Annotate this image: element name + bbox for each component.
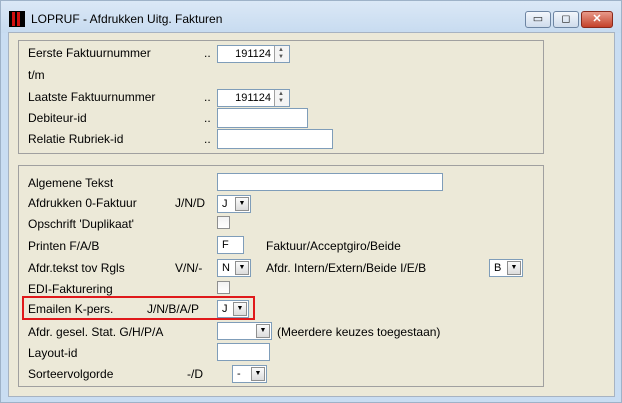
algemene-tekst-label: Algemene Tekst xyxy=(28,176,114,190)
eerste-dots: .. xyxy=(204,46,211,60)
spin-up-icon[interactable]: ▲ xyxy=(278,91,284,98)
spin-down-icon[interactable]: ▼ xyxy=(278,98,284,105)
nul-faktuur-label: Afdrukken 0-Faktuur xyxy=(28,196,137,210)
layout-id-input[interactable] xyxy=(217,343,270,361)
nul-faktuur-select[interactable]: J ▼ xyxy=(217,195,251,213)
eerste-label: Eerste Faktuurnummer xyxy=(28,46,151,60)
printen-input[interactable]: F xyxy=(217,236,244,254)
minimize-button[interactable]: ▭ xyxy=(525,11,551,28)
debiteur-id-input[interactable] xyxy=(217,108,308,128)
gesel-label: Afdr. gesel. Stat. G/H/P/A xyxy=(28,325,164,339)
close-button[interactable]: ✕ xyxy=(581,11,613,28)
layout-label: Layout-id xyxy=(28,346,78,360)
emailen-label: Emailen K-pers. xyxy=(28,302,114,316)
spin-down-icon[interactable]: ▼ xyxy=(278,54,284,61)
restore-button[interactable]: ◻ xyxy=(553,11,579,28)
emailen-select[interactable]: J ▼ xyxy=(217,300,249,318)
minimize-icon: ▭ xyxy=(532,13,544,25)
duplikaat-label: Opschrift 'Duplikaat' xyxy=(28,217,134,231)
restore-icon: ◻ xyxy=(561,13,571,25)
algemene-tekst-input[interactable] xyxy=(217,173,443,191)
app-logo-icon xyxy=(9,11,25,27)
chevron-down-icon[interactable]: ▼ xyxy=(507,261,521,275)
gesel-hint: (Meerdere keuzes toegestaan) xyxy=(277,325,441,339)
close-icon: ✕ xyxy=(592,13,602,25)
gesel-select[interactable]: ▼ xyxy=(217,322,272,340)
printen-hint: Faktuur/Acceptgiro/Beide xyxy=(266,239,401,253)
afdr-intern-select[interactable]: B ▼ xyxy=(489,259,523,277)
chevron-down-icon[interactable]: ▼ xyxy=(235,197,249,211)
window-title: LOPRUF - Afdrukken Uitg. Fakturen xyxy=(31,12,223,26)
eerste-faktuurnummer-input[interactable]: 191124 ▲ ▼ xyxy=(217,45,290,63)
laatste-label: Laatste Faktuurnummer xyxy=(28,90,156,104)
laatste-value: 191124 xyxy=(235,92,271,104)
sorteer-select[interactable]: - ▼ xyxy=(232,365,267,383)
title-bar[interactable]: LOPRUF - Afdrukken Uitg. Fakturen ▭ ◻ ✕ xyxy=(1,1,621,33)
debiteur-dots: .. xyxy=(204,111,211,125)
sorteer-value: - xyxy=(237,368,241,380)
spin-up-icon[interactable]: ▲ xyxy=(278,47,284,54)
afdr-tekst-options: V/N/- xyxy=(175,261,203,275)
sorteer-options: -/D xyxy=(187,367,203,381)
relatie-label: Relatie Rubriek-id xyxy=(28,132,124,146)
laatste-dots: .. xyxy=(204,90,211,104)
chevron-down-icon[interactable]: ▼ xyxy=(251,367,265,381)
afdr-intern-value: B xyxy=(494,262,502,274)
eerste-value: 191124 xyxy=(235,48,271,60)
eerste-spinner[interactable]: ▲ ▼ xyxy=(274,46,289,62)
debiteur-label: Debiteur-id xyxy=(28,111,87,125)
afdr-tekst-value: N xyxy=(222,262,230,274)
relatie-rubriek-input[interactable] xyxy=(217,129,333,149)
afdr-tekst-select[interactable]: N ▼ xyxy=(217,259,251,277)
afdr-tekst-label: Afdr.tekst tov Rgls xyxy=(28,261,125,275)
chevron-down-icon[interactable]: ▼ xyxy=(233,302,247,316)
edi-checkbox[interactable] xyxy=(217,281,230,294)
laatste-spinner[interactable]: ▲ ▼ xyxy=(274,90,289,106)
nul-faktuur-options: J/N/D xyxy=(175,196,205,210)
duplikaat-checkbox[interactable] xyxy=(217,216,230,229)
chevron-down-icon[interactable]: ▼ xyxy=(235,261,249,275)
afdr-intern-label: Afdr. Intern/Extern/Beide I/E/B xyxy=(266,261,427,275)
chevron-down-icon[interactable]: ▼ xyxy=(256,324,270,338)
sorteer-label: Sorteervolgorde xyxy=(28,367,114,381)
emailen-value: J xyxy=(222,303,228,315)
tm-label: t/m xyxy=(28,68,45,82)
relatie-dots: .. xyxy=(204,132,211,146)
laatste-faktuurnummer-input[interactable]: 191124 ▲ ▼ xyxy=(217,89,290,107)
nul-faktuur-value: J xyxy=(222,198,228,210)
printen-label: Printen F/A/B xyxy=(28,239,100,253)
edi-label: EDI-Fakturering xyxy=(28,282,113,296)
emailen-options: J/N/B/A/P xyxy=(147,302,200,316)
